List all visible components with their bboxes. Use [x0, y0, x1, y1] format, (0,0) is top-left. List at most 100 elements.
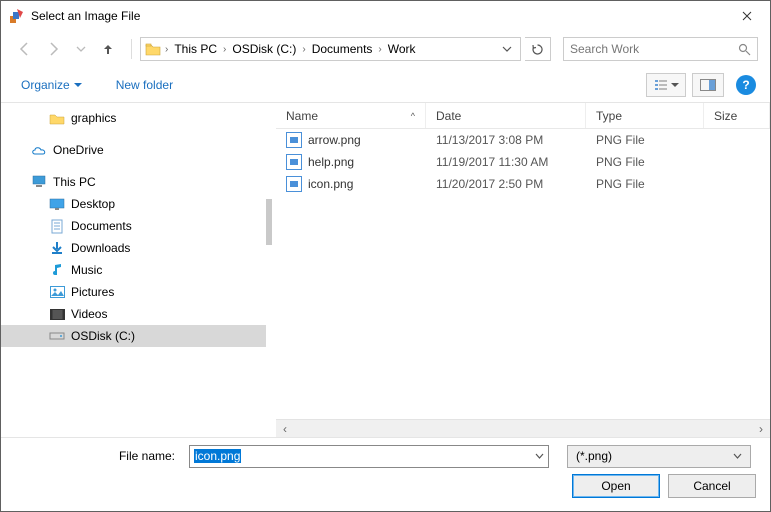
cloud-icon [31, 142, 47, 158]
nav-separator [131, 39, 132, 59]
chevron-down-icon [671, 81, 679, 89]
organize-label: Organize [21, 78, 70, 92]
back-button[interactable] [13, 37, 37, 61]
sidebar-item-desktop[interactable]: Desktop [1, 193, 266, 215]
horizontal-scrollbar[interactable]: ‹ › [276, 419, 770, 437]
crumb-documents[interactable]: Documents [308, 38, 377, 60]
app-icon [9, 8, 25, 24]
address-bar[interactable]: › This PC › OSDisk (C:) › Documents › Wo… [140, 37, 521, 61]
column-headers: Name^ Date Type Size [276, 103, 770, 129]
sidebar-item-label: OneDrive [53, 143, 104, 157]
file-type: PNG File [586, 177, 704, 191]
image-file-icon [286, 132, 302, 148]
music-icon [49, 262, 65, 278]
file-type-filter[interactable]: (*.png) [567, 445, 751, 468]
new-folder-button[interactable]: New folder [110, 74, 179, 96]
crumb-drive[interactable]: OSDisk (C:) [228, 38, 300, 60]
splitter[interactable] [266, 103, 276, 437]
videos-icon [49, 306, 65, 322]
image-file-icon [286, 154, 302, 170]
file-date: 11/20/2017 2:50 PM [426, 177, 586, 191]
sort-indicator: ^ [411, 111, 415, 121]
search-icon [738, 43, 751, 56]
file-row[interactable]: icon.png 11/20/2017 2:50 PM PNG File [276, 173, 770, 195]
window-title: Select an Image File [31, 9, 724, 23]
open-button[interactable]: Open [572, 474, 660, 498]
up-button[interactable] [97, 37, 119, 61]
col-size[interactable]: Size [704, 103, 770, 128]
filename-value: icon.png [194, 449, 241, 463]
address-dropdown[interactable] [496, 44, 518, 54]
preview-pane-button[interactable] [692, 73, 724, 97]
folder-icon [143, 39, 163, 59]
sidebar-item-label: Downloads [71, 241, 130, 255]
sidebar-item-label: Documents [71, 219, 132, 233]
documents-icon [49, 218, 65, 234]
chevron-right-icon[interactable]: › [376, 44, 383, 55]
sidebar-item-label: OSDisk (C:) [71, 329, 135, 343]
sidebar-item-label: This PC [53, 175, 96, 189]
sidebar-item-videos[interactable]: Videos [1, 303, 266, 325]
sidebar-item-downloads[interactable]: Downloads [1, 237, 266, 259]
filename-input[interactable]: icon.png [189, 445, 549, 468]
crumb-thispc[interactable]: This PC [170, 38, 221, 60]
sidebar-item-thispc[interactable]: This PC [1, 171, 266, 193]
scroll-right-icon[interactable]: › [752, 421, 770, 437]
cancel-button[interactable]: Cancel [668, 474, 756, 498]
search-placeholder: Search Work [570, 42, 639, 56]
organize-button[interactable]: Organize [15, 74, 88, 96]
file-name: help.png [308, 155, 354, 169]
file-list: arrow.png 11/13/2017 3:08 PM PNG File he… [276, 129, 770, 419]
sidebar-item-label: Music [71, 263, 102, 277]
file-date: 11/19/2017 11:30 AM [426, 155, 586, 169]
file-date: 11/13/2017 3:08 PM [426, 133, 586, 147]
preview-icon [700, 79, 716, 91]
scroll-left-icon[interactable]: ‹ [276, 421, 294, 437]
forward-button[interactable] [41, 37, 65, 61]
sidebar-item-label: Pictures [71, 285, 114, 299]
sidebar-item-music[interactable]: Music [1, 259, 266, 281]
drive-icon [49, 328, 65, 344]
sidebar-item-graphics[interactable]: graphics [1, 107, 266, 129]
file-name: icon.png [308, 177, 353, 191]
file-row[interactable]: arrow.png 11/13/2017 3:08 PM PNG File [276, 129, 770, 151]
view-options-button[interactable] [646, 73, 686, 97]
col-name[interactable]: Name^ [276, 103, 426, 128]
file-pane: Name^ Date Type Size arrow.png 11/13/201… [276, 103, 770, 437]
sidebar-item-onedrive[interactable]: OneDrive [1, 139, 266, 161]
recent-dropdown[interactable] [69, 37, 93, 61]
col-date[interactable]: Date [426, 103, 586, 128]
file-name: arrow.png [308, 133, 361, 147]
file-type: PNG File [586, 155, 704, 169]
chevron-right-icon[interactable]: › [163, 44, 170, 55]
chevron-right-icon[interactable]: › [221, 44, 228, 55]
download-icon [49, 240, 65, 256]
filter-label: (*.png) [576, 449, 612, 463]
footer: File name: icon.png (*.png) Open Cancel [1, 437, 770, 511]
col-type[interactable]: Type [586, 103, 704, 128]
sidebar-item-documents[interactable]: Documents [1, 215, 266, 237]
computer-icon [31, 174, 47, 190]
list-icon [654, 79, 668, 91]
sidebar-item-pictures[interactable]: Pictures [1, 281, 266, 303]
close-button[interactable] [724, 1, 770, 31]
filename-label: File name: [15, 449, 181, 463]
search-input[interactable]: Search Work [563, 37, 758, 61]
help-button[interactable]: ? [736, 75, 756, 95]
sidebar: graphics OneDrive This PC Desktop Docume… [1, 103, 266, 437]
chevron-down-icon[interactable] [535, 452, 544, 461]
refresh-button[interactable] [525, 37, 551, 61]
body: graphics OneDrive This PC Desktop Docume… [1, 103, 770, 437]
chevron-right-icon[interactable]: › [300, 44, 307, 55]
image-file-icon [286, 176, 302, 192]
resize-handle[interactable] [266, 199, 272, 245]
help-icon: ? [742, 78, 749, 92]
folder-icon [49, 110, 65, 126]
sidebar-item-osdisk[interactable]: OSDisk (C:) [1, 325, 266, 347]
pictures-icon [49, 284, 65, 300]
toolbar: Organize New folder ? [1, 67, 770, 103]
sidebar-item-label: graphics [71, 111, 116, 125]
file-row[interactable]: help.png 11/19/2017 11:30 AM PNG File [276, 151, 770, 173]
chevron-down-icon[interactable] [733, 452, 742, 461]
crumb-work[interactable]: Work [384, 38, 420, 60]
